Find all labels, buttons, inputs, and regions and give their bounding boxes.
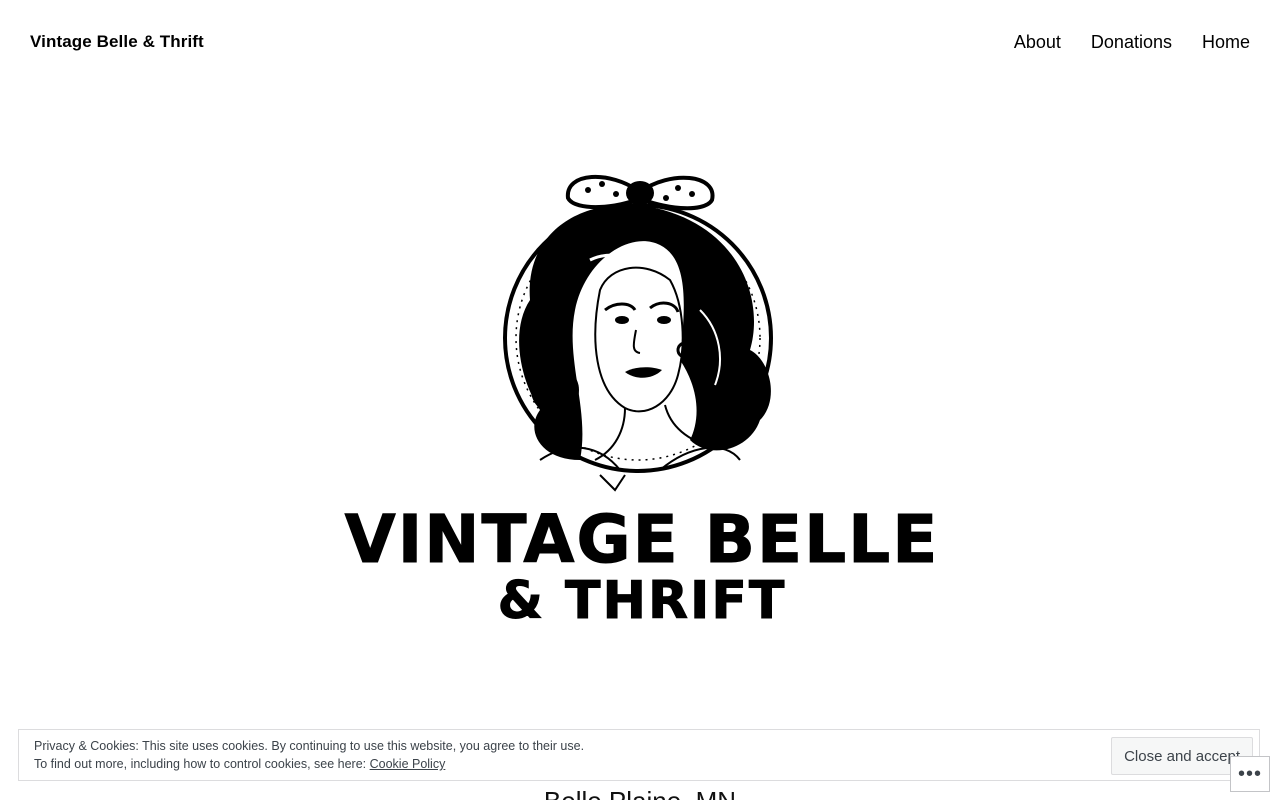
location-subtitle: Belle Plaine, MN xyxy=(0,786,1280,800)
cookie-text-line1: Privacy & Cookies: This site uses cookie… xyxy=(34,739,585,753)
cookie-banner: Privacy & Cookies: This site uses cookie… xyxy=(18,729,1260,781)
primary-navigation: About Donations Home xyxy=(1014,32,1250,53)
hair-bow-icon xyxy=(565,174,715,211)
cookie-policy-link[interactable]: Cookie Policy xyxy=(370,757,446,771)
ellipsis-icon: ••• xyxy=(1237,763,1262,785)
logo-line2: & THRIFT xyxy=(498,571,787,630)
vintage-belle-logo-image: VINTAGE BELLE VINTAGE BELLE & THRIFT xyxy=(344,174,940,631)
nav-link-donations[interactable]: Donations xyxy=(1091,32,1172,53)
cookie-text-line2: To find out more, including how to contr… xyxy=(34,755,584,773)
logo-wordmark: VINTAGE BELLE VINTAGE BELLE & THRIFT xyxy=(344,501,940,631)
cookie-text: Privacy & Cookies: This site uses cookie… xyxy=(34,737,584,773)
page: Vintage Belle & Thrift About Donations H… xyxy=(0,0,1280,800)
site-title-link[interactable]: Vintage Belle & Thrift xyxy=(30,32,204,52)
nav-link-about[interactable]: About xyxy=(1014,32,1061,53)
hero-logo: VINTAGE BELLE VINTAGE BELLE & THRIFT xyxy=(340,160,940,630)
nav-link-home[interactable]: Home xyxy=(1202,32,1250,53)
logo-line1: VINTAGE BELLE xyxy=(345,501,940,578)
site-header: Vintage Belle & Thrift About Donations H… xyxy=(0,0,1280,88)
face-illustration xyxy=(594,266,694,413)
actions-menu-button[interactable]: ••• xyxy=(1230,756,1270,792)
cookie-text-line2-prefix: To find out more, including how to contr… xyxy=(34,757,370,771)
